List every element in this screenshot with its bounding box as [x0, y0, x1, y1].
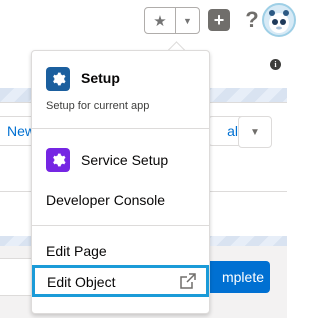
plus-icon[interactable]: + — [208, 9, 230, 31]
setup-menu-item[interactable]: Setup — [81, 70, 120, 86]
star-glyph: ★ — [153, 12, 167, 30]
mark-complete-label: mplete — [221, 269, 264, 285]
service-gear-svg — [53, 153, 66, 167]
divider — [32, 128, 209, 129]
question-icon[interactable]: ? — [243, 7, 261, 33]
path-stage[interactable] — [0, 258, 35, 296]
avatar-image — [269, 10, 289, 33]
info-icon[interactable]: i — [270, 59, 281, 70]
chevron-down-icon[interactable]: ▼ — [176, 8, 199, 33]
more-actions-button[interactable]: ▼ — [238, 116, 272, 148]
mark-complete-button[interactable]: mplete — [204, 261, 270, 293]
developer-console-menu-item[interactable]: Developer Console — [46, 192, 165, 208]
edit-object-label: Edit Object — [47, 274, 116, 290]
gear-icon — [46, 67, 70, 91]
service-setup-menu-item[interactable]: Service Setup — [81, 152, 168, 168]
help-glyph: ? — [245, 7, 259, 32]
global-header: ★ ▼ + ? — [0, 0, 296, 44]
edit-object-menu-item[interactable]: Edit Object — [32, 265, 209, 297]
favorites-button-group: ★ ▼ — [144, 7, 200, 34]
plus-glyph: + — [213, 9, 225, 30]
setup-subtitle: Setup for current app — [46, 100, 150, 112]
gear-icon — [46, 148, 70, 172]
info-glyph: i — [274, 60, 277, 69]
edit-page-menu-item[interactable]: Edit Page — [46, 243, 107, 259]
avatar[interactable] — [262, 3, 296, 37]
setup-gear-svg — [53, 72, 66, 86]
external-link-icon — [180, 273, 196, 289]
action-button-label: al — [227, 123, 238, 139]
divider — [32, 225, 209, 226]
setup-menu-dropdown: Setup Setup for current app Service Setu… — [31, 50, 210, 314]
chevron-down-icon: ▼ — [250, 126, 260, 138]
caret-glyph: ▼ — [183, 15, 192, 26]
star-icon[interactable]: ★ — [145, 8, 176, 33]
